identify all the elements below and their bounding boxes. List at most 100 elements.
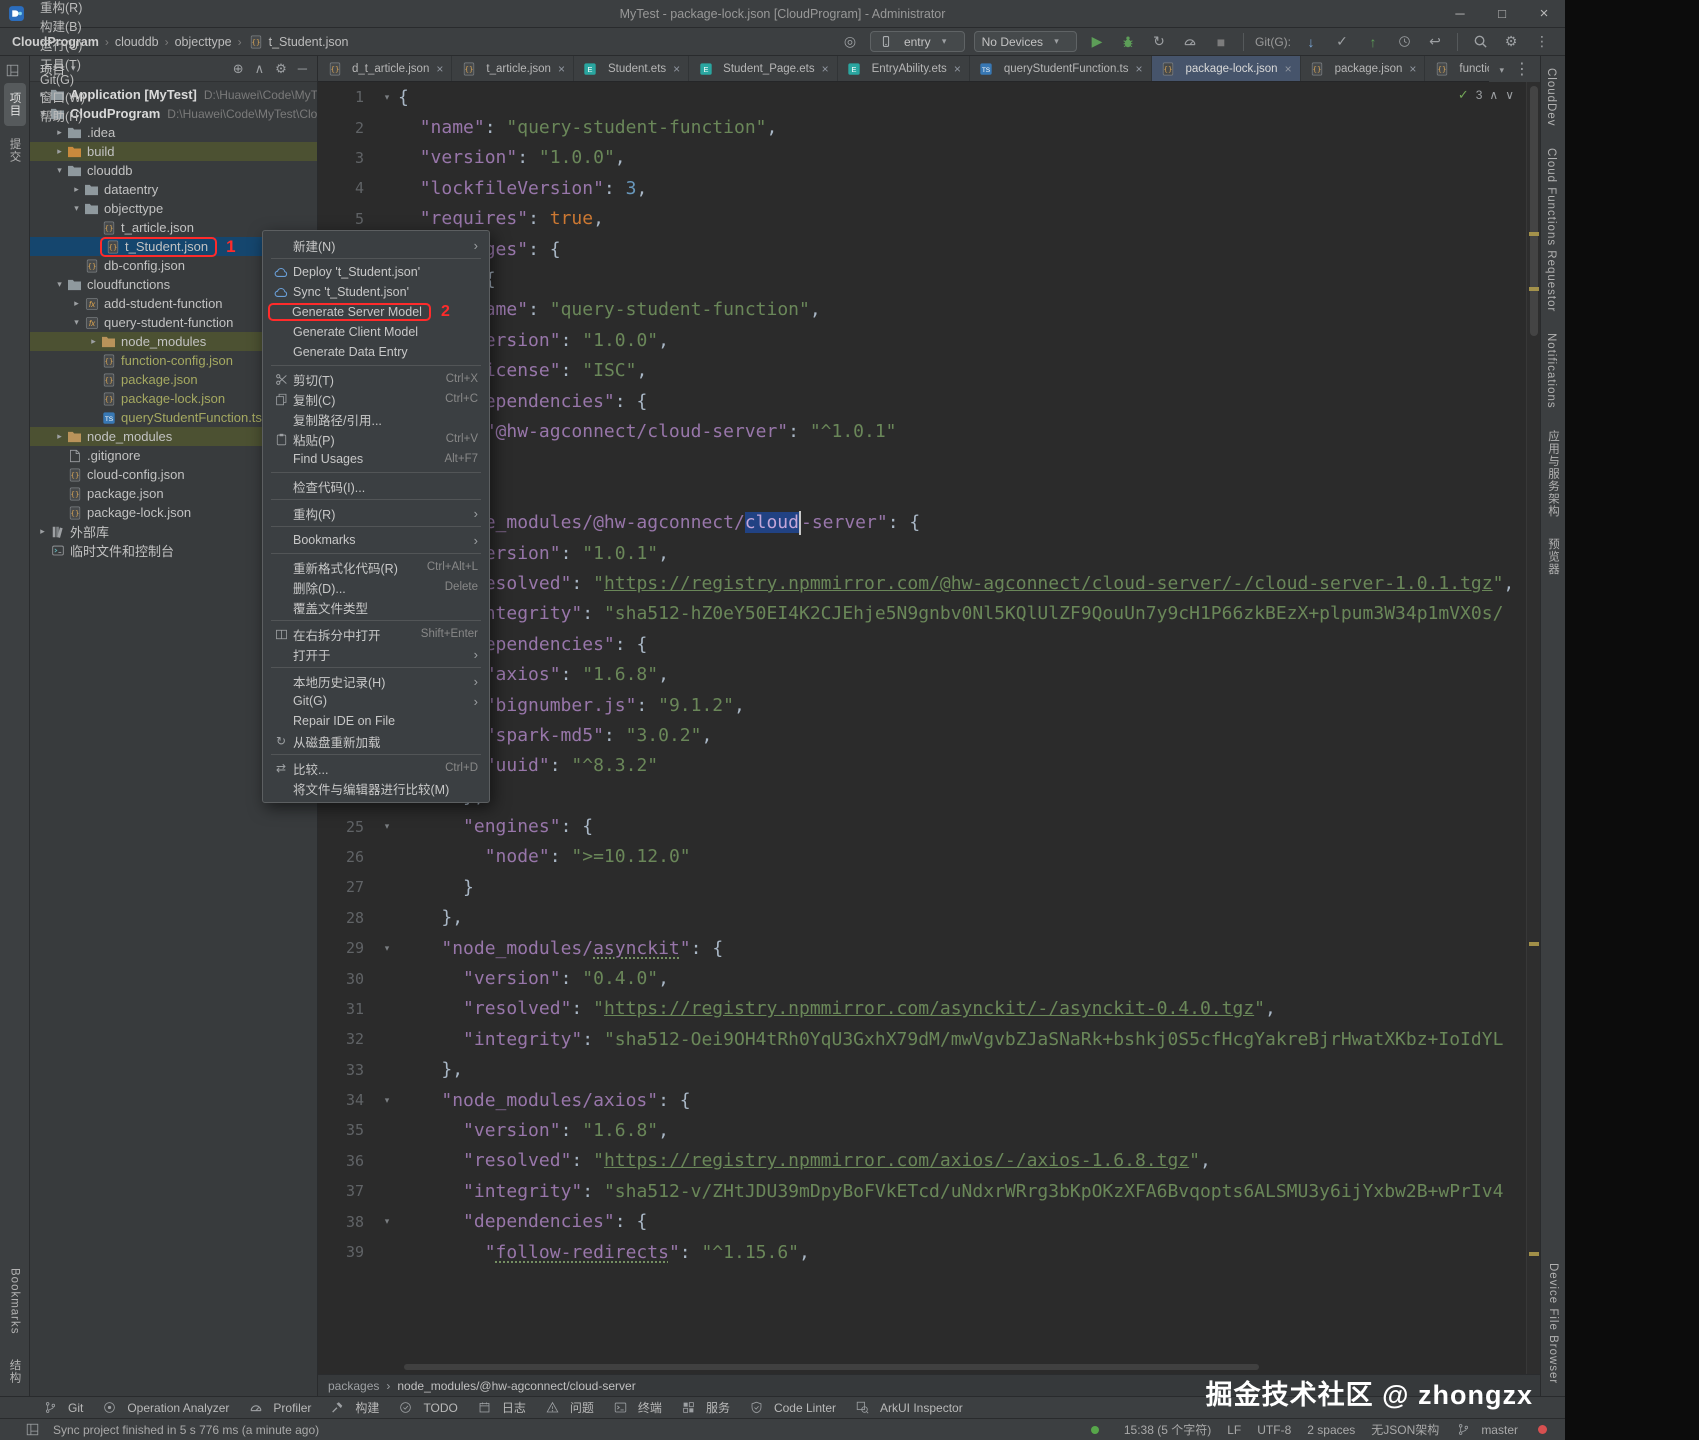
tool-window-button[interactable]: 问题 (536, 1397, 602, 1418)
tool-window-button[interactable]: Code Linter (740, 1397, 844, 1418)
settings-button[interactable]: ⚙ (1500, 31, 1522, 53)
device-status[interactable] (1087, 1422, 1108, 1438)
context-menu-item[interactable]: 将文件与编辑器进行比较(M) (264, 778, 488, 798)
collapse-arrow-icon[interactable]: ▾ (53, 279, 66, 290)
tool-window-tab[interactable]: 预览器 (1542, 529, 1564, 585)
context-menu-item[interactable]: 重构(R)› (264, 503, 488, 523)
collapse-arrow-icon[interactable]: ▾ (70, 203, 83, 214)
code-line[interactable]: 11▾ "dependencies": { (318, 386, 1526, 416)
history-button[interactable] (1393, 31, 1415, 53)
search-button[interactable] (1469, 31, 1491, 53)
tool-window-button[interactable]: 构建 (321, 1397, 387, 1418)
code-line[interactable]: 9 "version": "1.0.0", (318, 325, 1526, 355)
context-menu-item[interactable]: ⇄比较...Ctrl+D (264, 758, 488, 778)
editor-tab[interactable]: TSqueryStudentFunction.ts× (970, 56, 1152, 81)
code-line[interactable]: 13 } (318, 447, 1526, 477)
code-line[interactable]: 35 "version": "1.6.8", (318, 1115, 1526, 1145)
tab-close-icon[interactable]: × (1285, 62, 1292, 76)
caret-position[interactable]: 15:38 (5 个字符) (1124, 1421, 1211, 1438)
push-button[interactable]: ↑ (1362, 31, 1384, 53)
context-menu-item[interactable]: 复制路径/引用... (264, 409, 488, 429)
expand-arrow-icon[interactable]: ▸ (36, 526, 49, 537)
indent-style[interactable]: 2 spaces (1307, 1423, 1355, 1437)
tool-window-button[interactable]: 服务 (672, 1397, 738, 1418)
next-problem-icon[interactable]: ∨ (1505, 88, 1514, 102)
settings-icon[interactable]: ⚙ (275, 61, 287, 77)
tab-close-icon[interactable]: × (1136, 62, 1143, 76)
tree-item[interactable]: ▾clouddb (30, 161, 317, 180)
context-menu-item[interactable]: 新建(N)› (264, 235, 488, 255)
menu-item[interactable]: 帮助(H) (32, 106, 93, 125)
context-menu-item[interactable]: 剪切(T)Ctrl+X (264, 369, 488, 389)
tool-window-button[interactable]: Profiler (239, 1397, 319, 1418)
context-menu-item[interactable]: 覆盖文件类型 (264, 597, 488, 617)
tree-item[interactable]: ▸dataentry (30, 180, 317, 199)
code-line[interactable]: 19▾ "dependencies": { (318, 629, 1526, 659)
expand-arrow-icon[interactable]: ▸ (53, 146, 66, 157)
code-line[interactable]: 21 "bignumber.js": "9.1.2", (318, 690, 1526, 720)
breadcrumb-item[interactable]: clouddb (115, 35, 159, 49)
context-menu-item[interactable]: Repair IDE on File (264, 711, 488, 731)
code-line[interactable]: 17 "resolved": "https://registry.npmmirr… (318, 568, 1526, 598)
tab-close-icon[interactable]: × (558, 62, 565, 76)
more-button[interactable]: ⋮ (1531, 31, 1553, 53)
line-separator[interactable]: LF (1227, 1423, 1241, 1437)
commit-button[interactable]: ✓ (1331, 31, 1353, 53)
warning-stripe-mark[interactable] (1529, 232, 1539, 236)
window-maximize-button[interactable]: □ (1481, 0, 1523, 27)
tool-window-tab[interactable]: Device File Browser (1544, 1254, 1562, 1393)
tab-close-icon[interactable]: × (673, 62, 680, 76)
tool-window-button[interactable]: 日志 (468, 1397, 534, 1418)
editor-tab[interactable]: EStudent_Page.ets× (689, 56, 837, 81)
editor-tab[interactable]: {}package-lock.json× (1152, 56, 1301, 81)
git-branch[interactable]: master (1455, 1422, 1518, 1438)
code-line[interactable]: 5 "requires": true, (318, 204, 1526, 234)
menu-item[interactable]: 窗口(W) (32, 87, 93, 106)
context-menu-item[interactable]: 粘贴(P)Ctrl+V (264, 429, 488, 449)
tool-window-button[interactable]: TODO (389, 1397, 465, 1418)
collapse-arrow-icon[interactable]: ▾ (70, 317, 83, 328)
expand-arrow-icon[interactable]: ▸ (70, 298, 83, 309)
expand-arrow-icon[interactable]: ▸ (53, 127, 66, 138)
prev-problem-icon[interactable]: ∧ (1489, 88, 1498, 102)
code-line[interactable]: 20 "axios": "1.6.8", (318, 659, 1526, 689)
editor-breadcrumb-item[interactable]: node_modules/@hw-agconnect/cloud-server (397, 1379, 635, 1393)
tool-window-tab[interactable]: CloudDev (1542, 59, 1560, 136)
tool-window-tab[interactable]: Cloud Functions Requestor (1542, 139, 1560, 321)
fold-marker-icon[interactable]: ▾ (376, 943, 398, 954)
editor-tab[interactable]: EStudent.ets× (574, 56, 689, 81)
tool-window-tab[interactable]: 应用与服务架构 (1542, 421, 1564, 527)
context-menu-item[interactable]: 打开于› (264, 644, 488, 664)
fold-marker-icon[interactable]: ▾ (376, 1216, 398, 1227)
code-line[interactable]: 25▾ "engines": { (318, 811, 1526, 841)
code-line[interactable]: 14 }, (318, 477, 1526, 507)
run-config-selector[interactable]: entry▾ (870, 31, 965, 52)
tool-window-tab[interactable]: Bookmarks (6, 1259, 24, 1344)
tab-close-icon[interactable]: × (1409, 62, 1416, 76)
chevron-down-icon[interactable]: ▾ (1499, 60, 1504, 78)
context-menu-item[interactable]: 删除(D)...Delete (264, 577, 488, 597)
tool-windows-icon[interactable] (4, 62, 21, 78)
code-line[interactable]: 37 "integrity": "sha512-v/ZHtJDU39mDpyBo… (318, 1176, 1526, 1206)
horizontal-scrollbar[interactable] (404, 1364, 1500, 1370)
code-line[interactable]: 36 "resolved": "https://registry.npmmirr… (318, 1146, 1526, 1176)
code-line[interactable]: 2 "name": "query-student-function", (318, 112, 1526, 142)
update-button[interactable]: ↓ (1300, 31, 1322, 53)
fold-marker-icon[interactable]: ▾ (376, 821, 398, 832)
stop-button[interactable]: ■ (1210, 31, 1232, 53)
context-menu-item[interactable]: 重新格式化代码(R)Ctrl+Alt+L (264, 557, 488, 577)
hide-icon[interactable]: ─ (298, 61, 307, 77)
code-line[interactable]: 38▾ "dependencies": { (318, 1206, 1526, 1236)
window-close-button[interactable]: × (1523, 0, 1565, 27)
expand-arrow-icon[interactable]: ▸ (87, 336, 100, 347)
collapse-icon[interactable]: ∧ (255, 61, 265, 77)
menu-item[interactable]: Git(G) (32, 73, 93, 87)
fold-marker-icon[interactable]: ▾ (376, 92, 398, 103)
device-selector[interactable]: No Devices▾ (974, 31, 1077, 52)
code-line[interactable]: 18 "integrity": "sha512-hZ0eY50EI4K2CJEh… (318, 599, 1526, 629)
collapse-arrow-icon[interactable]: ▾ (53, 165, 66, 176)
context-menu-item[interactable]: Sync 't_Student.json' (264, 282, 488, 302)
inspections-widget[interactable]: ✓ 3 ∧ ∨ (1458, 87, 1514, 103)
expand-arrow-icon[interactable]: ▸ (70, 184, 83, 195)
tree-item[interactable]: ▸build (30, 142, 317, 161)
